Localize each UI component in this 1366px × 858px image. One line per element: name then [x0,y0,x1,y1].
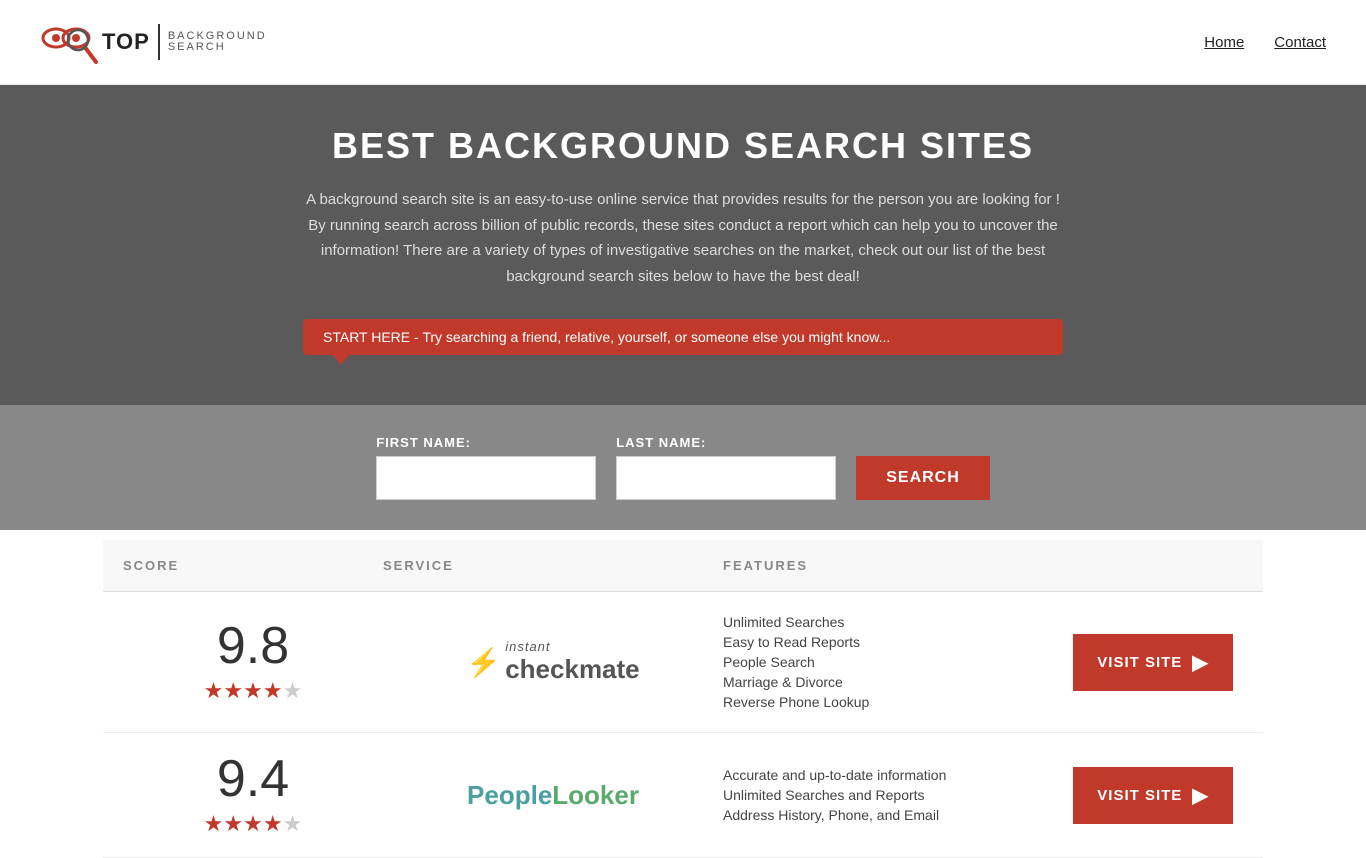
arrow-icon: ▶ [1192,783,1208,808]
logo-icon [40,16,102,68]
search-panel: FIRST NAME: LAST NAME: SEARCH [0,405,1366,530]
features-cell-2: Accurate and up-to-date information Unli… [723,765,1063,825]
table-headers: SCORE SERVICE FEATURES [103,540,1263,592]
checkmate-logo: ⚡ instant checkmate [466,639,639,685]
header-action [1063,558,1243,573]
last-name-label: LAST NAME: [616,435,836,450]
first-name-group: FIRST NAME: [376,435,596,500]
peoplelooker-logo: PeopleLooker [467,780,639,811]
lightning-icon: ⚡ [466,646,501,679]
hero-description: A background search site is an easy-to-u… [303,187,1063,289]
stars-2: ★★★★★ [123,811,383,837]
logo-subtitle: BACKGROUND SEARCH [168,31,267,53]
main-nav: Home Contact [1204,34,1326,51]
features-cell-1: Unlimited Searches Easy to Read Reports … [723,612,1063,712]
score-number-2: 9.4 [123,753,383,805]
feature-item: Address History, Phone, and Email [723,805,1063,825]
logo-top-text: TOP [102,29,150,55]
callout-bubble: START HERE - Try searching a friend, rel… [303,319,1063,355]
search-button[interactable]: SEARCH [856,456,990,500]
hero-title: BEST BACKGROUND SEARCH SITES [20,125,1346,167]
search-form: FIRST NAME: LAST NAME: SEARCH [233,435,1133,500]
results-area: SCORE SERVICE FEATURES 9.8 ★★★★★ ⚡ insta… [83,540,1283,858]
stars-1: ★★★★★ [123,678,383,704]
score-cell-2: 9.4 ★★★★★ [123,753,383,837]
service-cell-1: ⚡ instant checkmate [383,639,723,685]
feature-item: People Search [723,652,1063,672]
feature-item: Marriage & Divorce [723,672,1063,692]
first-name-label: FIRST NAME: [376,435,596,450]
service-cell-2: PeopleLooker [383,780,723,811]
first-name-input[interactable] [376,456,596,500]
score-cell-1: 9.8 ★★★★★ [123,620,383,704]
feature-item: Easy to Read Reports [723,632,1063,652]
hero-section: BEST BACKGROUND SEARCH SITES A backgroun… [0,85,1366,405]
feature-item: Reverse Phone Lookup [723,692,1063,712]
nav-home[interactable]: Home [1204,34,1244,51]
checkmate-text: instant checkmate [505,639,639,685]
logo-sub2: SEARCH [168,42,267,53]
callout-wrapper: START HERE - Try searching a friend, rel… [303,319,1063,355]
arrow-icon: ▶ [1192,650,1208,675]
nav-contact[interactable]: Contact [1274,34,1326,51]
header-service: SERVICE [383,558,723,573]
logo-text-group: TOP BACKGROUND SEARCH [102,24,267,60]
features-list-2: Accurate and up-to-date information Unli… [723,765,1063,825]
logo: TOP BACKGROUND SEARCH [40,16,267,68]
table-row: 9.4 ★★★★★ PeopleLooker Accurate and up-t… [103,733,1263,858]
feature-item: Accurate and up-to-date information [723,765,1063,785]
site-header: TOP BACKGROUND SEARCH Home Contact [0,0,1366,85]
visit-site-button-1[interactable]: VISIT SITE ▶ [1073,634,1233,691]
header-features: FEATURES [723,558,1063,573]
logo-divider [158,24,160,60]
last-name-input[interactable] [616,456,836,500]
last-name-group: LAST NAME: [616,435,836,500]
feature-item: Unlimited Searches [723,612,1063,632]
feature-item: Unlimited Searches and Reports [723,785,1063,805]
visit-cell-1: VISIT SITE ▶ [1063,634,1243,691]
score-number-1: 9.8 [123,620,383,672]
features-list-1: Unlimited Searches Easy to Read Reports … [723,612,1063,712]
table-row: 9.8 ★★★★★ ⚡ instant checkmate Unlimited … [103,592,1263,733]
visit-site-button-2[interactable]: VISIT SITE ▶ [1073,767,1233,824]
callout-text: START HERE - Try searching a friend, rel… [323,329,890,345]
visit-cell-2: VISIT SITE ▶ [1063,767,1243,824]
header-score: SCORE [123,558,383,573]
